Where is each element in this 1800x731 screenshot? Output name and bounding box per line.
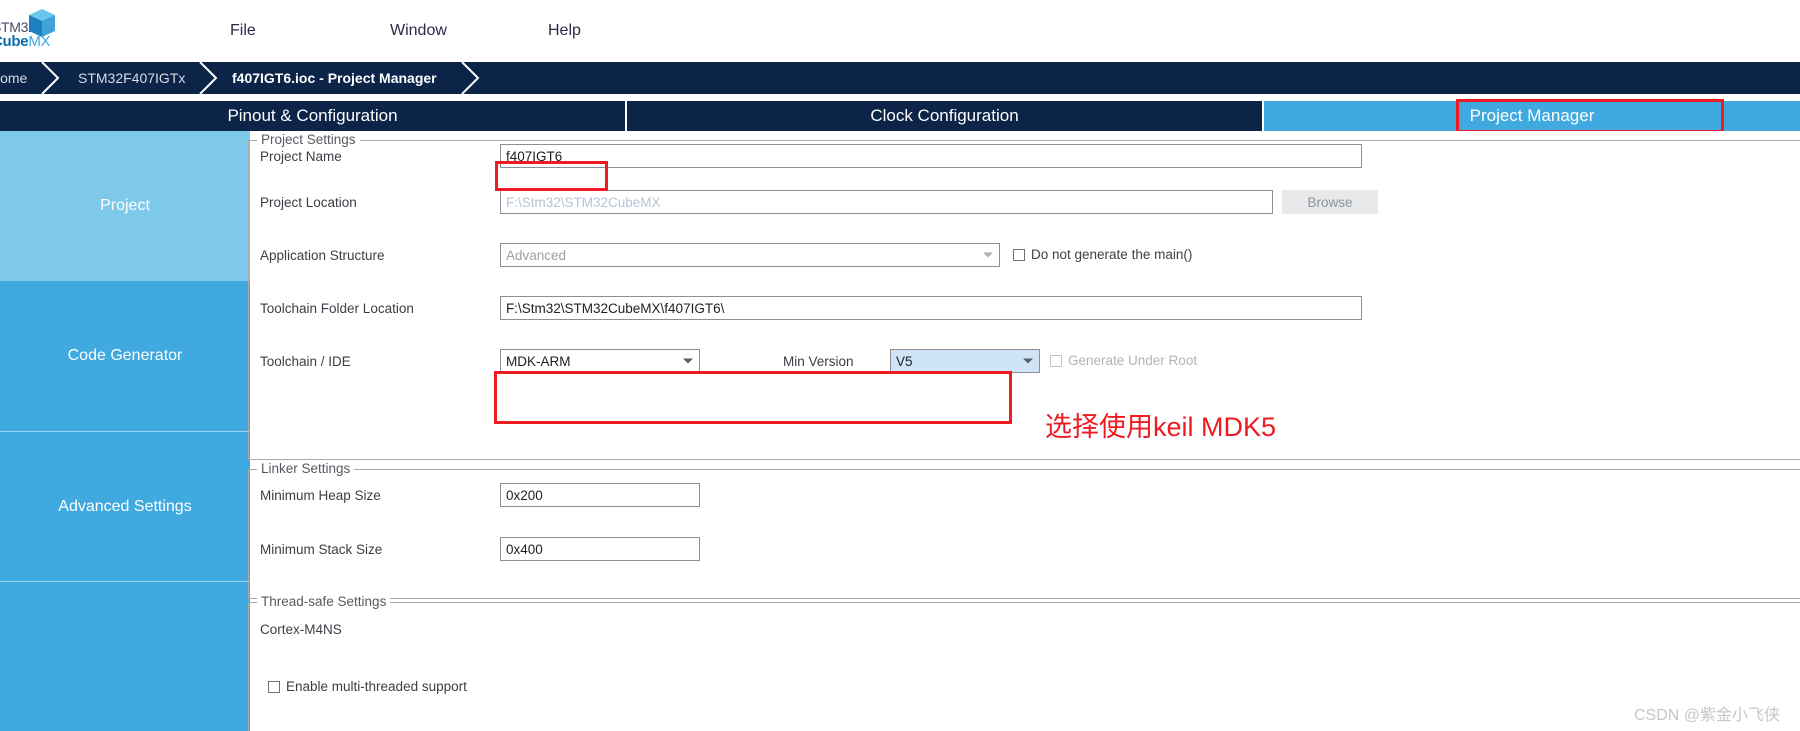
min-version-value: V5 — [896, 353, 913, 369]
label-application-structure: Application Structure — [260, 248, 385, 263]
toolchain-folder-location-input[interactable]: F:\Stm32\STM32CubeMX\f407IGT6\ — [500, 296, 1362, 320]
project-location-input[interactable]: F:\Stm32\STM32CubeMX — [500, 190, 1273, 214]
checkbox-box[interactable] — [1050, 354, 1062, 367]
thread-safe-core-label: Cortex-M4NS — [260, 622, 342, 637]
checkbox-label: Generate Under Root — [1068, 353, 1198, 368]
group-legend-project-settings: Project Settings — [257, 132, 360, 147]
min-version-select[interactable]: V5 — [890, 349, 1040, 373]
label-project-name: Project Name — [260, 149, 342, 164]
menu-item-file[interactable]: File — [230, 22, 256, 40]
sidebar: Project Code Generator Advanced Settings — [0, 131, 250, 731]
group-legend-linker-settings: Linker Settings — [257, 461, 355, 476]
menu-item-window[interactable]: Window — [390, 22, 447, 40]
chevron-right-icon — [196, 62, 218, 94]
menu-item-help[interactable]: Help — [548, 22, 581, 40]
tab-project-manager[interactable]: Project Manager — [1264, 101, 1800, 131]
chevron-right-icon — [458, 62, 480, 94]
group-linker-settings: Linker Settings — [248, 461, 1800, 599]
annotation-text-toolchain: 选择使用keil MDK5 — [1045, 412, 1277, 442]
watermark: CSDN @紫金小飞侠 — [1633, 707, 1780, 724]
checkbox-label: Do not generate the main() — [1031, 247, 1193, 262]
chevron-right-icon — [38, 62, 60, 94]
label-minimum-stack-size: Minimum Stack Size — [260, 542, 383, 557]
sidebar-item-project[interactable]: Project — [0, 131, 250, 281]
breadcrumb: Home STM32F407IGTx f407IGT6.ioc - Projec… — [0, 62, 1800, 94]
minimum-heap-size-input[interactable]: 0x200 — [500, 483, 700, 507]
label-minimum-heap-size: Minimum Heap Size — [260, 488, 381, 503]
checkbox-do-not-generate-main[interactable]: Do not generate the main() — [1013, 247, 1192, 262]
label-toolchain-ide: Toolchain / IDE — [260, 354, 351, 369]
sidebar-item-advanced-settings[interactable]: Advanced Settings — [0, 431, 250, 581]
chevron-down-icon — [683, 358, 693, 364]
menu-bar: STM32 CubeMX File Window Help — [0, 0, 1800, 68]
breadcrumb-item-mcu[interactable]: STM32F407IGTx — [78, 62, 185, 94]
group-legend-thread-safe-settings: Thread-safe Settings — [257, 594, 391, 609]
main-tab-bar: Pinout & Configuration Clock Configurati… — [0, 101, 1800, 131]
label-min-version: Min Version — [783, 354, 854, 369]
chevron-down-icon — [983, 252, 993, 258]
stm32cubemx-window: STM32 CubeMX File Window Help Home — [0, 0, 1800, 731]
label-toolchain-folder-location: Toolchain Folder Location — [260, 301, 414, 316]
breadcrumb-item-current[interactable]: f407IGT6.ioc - Project Manager — [232, 62, 437, 94]
project-manager-pane: Project Settings Project Name f407IGT6 P… — [248, 131, 1800, 731]
checkbox-box[interactable] — [268, 680, 280, 693]
toolchain-ide-value: MDK-ARM — [506, 353, 571, 369]
label-project-location: Project Location — [260, 195, 357, 210]
breadcrumb-item-home[interactable]: Home — [0, 62, 27, 94]
tab-clock-configuration[interactable]: Clock Configuration — [627, 101, 1262, 131]
checkbox-label: Enable multi-threaded support — [286, 679, 467, 694]
application-structure-select[interactable]: Advanced — [500, 243, 1000, 267]
checkbox-box[interactable] — [1013, 248, 1025, 261]
menu-item-list: File Window Help — [0, 0, 1800, 68]
sidebar-item-blank[interactable] — [0, 581, 250, 731]
minimum-stack-size-input[interactable]: 0x400 — [500, 537, 700, 561]
tab-pinout-configuration[interactable]: Pinout & Configuration — [0, 101, 625, 131]
toolchain-ide-select[interactable]: MDK-ARM — [500, 349, 700, 373]
application-structure-value: Advanced — [506, 247, 567, 263]
checkbox-enable-multi-threaded-support[interactable]: Enable multi-threaded support — [268, 679, 467, 694]
group-thread-safe-settings: Thread-safe Settings — [248, 594, 1800, 731]
browse-button[interactable]: Browse — [1282, 190, 1378, 214]
sidebar-item-code-generator[interactable]: Code Generator — [0, 281, 250, 431]
project-name-input[interactable]: f407IGT6 — [500, 144, 1362, 168]
chevron-down-icon — [1023, 358, 1033, 364]
checkbox-generate-under-root[interactable]: Generate Under Root — [1050, 353, 1197, 368]
